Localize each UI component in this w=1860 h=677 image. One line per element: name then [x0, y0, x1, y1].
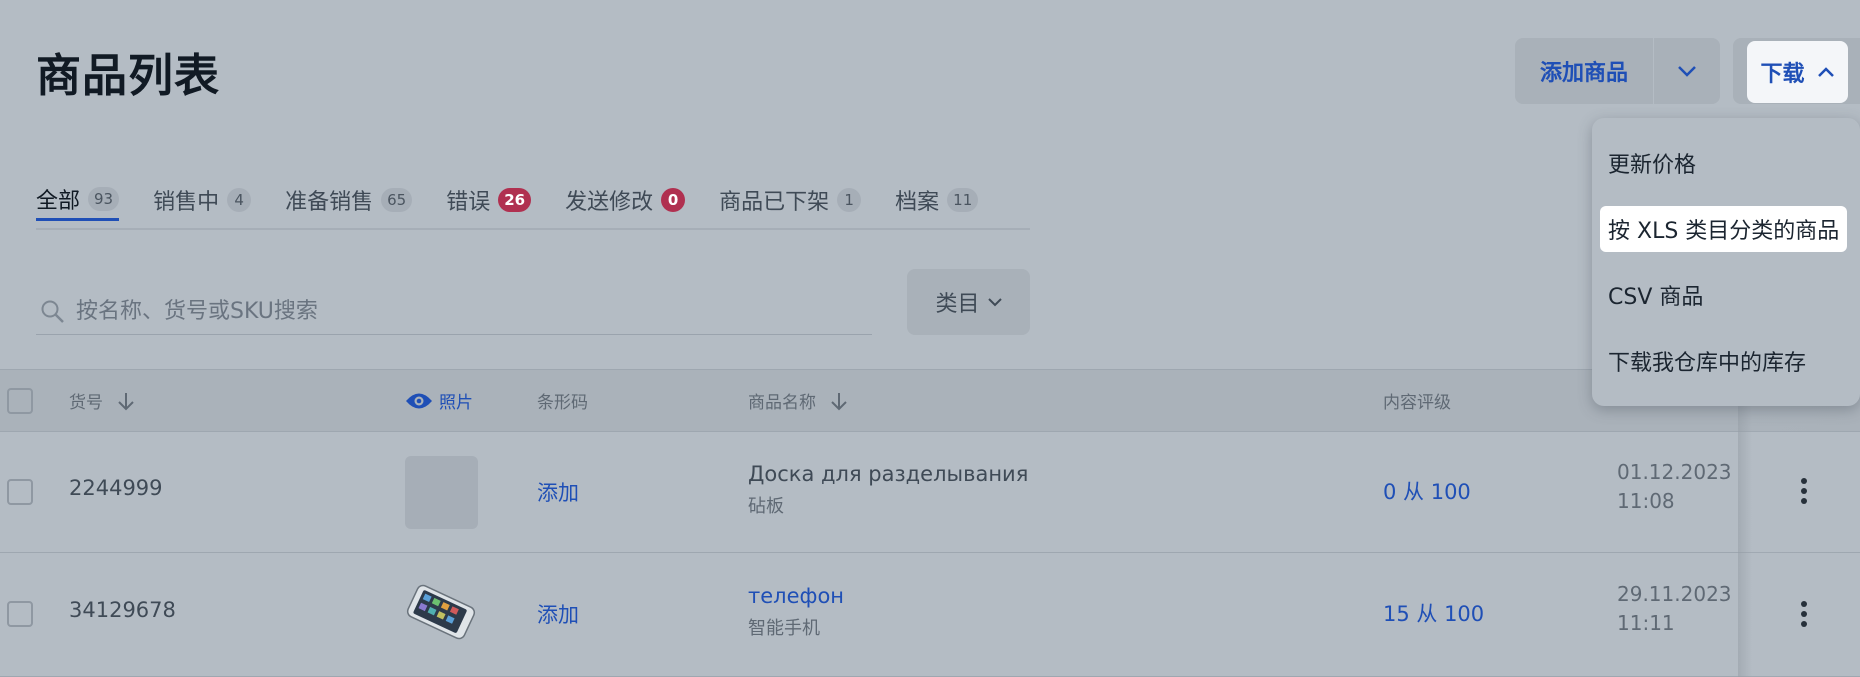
table-row[interactable]: 2244999 添加 Доска для разделывания 砧板 0 从…: [0, 432, 1860, 553]
download-dropdown-menu: 更新价格 按 XLS 类目分类的商品 CSV 商品 下载我仓库中的库存: [1592, 118, 1860, 406]
row-date: 29.11.2023: [1617, 582, 1732, 606]
column-header-label: 照片: [439, 393, 473, 413]
menu-item-csv-products[interactable]: CSV 商品: [1600, 272, 1711, 318]
select-all-checkbox[interactable]: [7, 388, 33, 414]
row-date: 01.12.2023: [1617, 460, 1732, 484]
tab-label: 准备销售: [285, 190, 374, 215]
status-tabs: 全部 93 销售中 4 准备销售 65 错误 26 发送修改 0 商品已下架 1…: [36, 179, 1012, 221]
page: 商品列表 添加商品 下载 全部 93 销售中 4 准备销售 65 错误 26 发…: [0, 3, 1860, 677]
content-rating-link[interactable]: 0 从 100: [1383, 476, 1471, 506]
row-checkbox[interactable]: [7, 479, 33, 505]
tab-label: 发送修改: [565, 190, 654, 215]
tab-count-badge: 93: [88, 186, 120, 211]
page-title: 商品列表: [36, 49, 221, 102]
column-header-name[interactable]: 商品名称: [748, 370, 848, 431]
category-filter-button[interactable]: 类目: [907, 269, 1030, 335]
add-barcode-link[interactable]: 添加: [537, 477, 579, 507]
tab-count-badge: 26: [498, 188, 532, 212]
column-header-label: 商品名称: [748, 393, 816, 413]
product-name-link[interactable]: телефон: [748, 584, 844, 608]
tabs-divider: [36, 228, 1030, 230]
eye-icon: [406, 393, 432, 408]
product-category: 智能手机: [748, 618, 820, 639]
row-time: 11:11: [1617, 611, 1675, 635]
tab-count-badge: 0: [661, 188, 686, 212]
download-button-label: 下载: [1760, 62, 1805, 87]
tab-removed[interactable]: 商品已下架 1: [719, 179, 862, 221]
column-header-label: 条形码: [537, 393, 588, 413]
row-checkbox[interactable]: [7, 601, 33, 627]
search-input[interactable]: [76, 299, 856, 324]
category-filter-label: 类目: [935, 292, 980, 317]
column-header-sku[interactable]: 货号: [69, 370, 135, 431]
tab-count-badge: 4: [227, 188, 252, 212]
column-header-label: 货号: [69, 393, 103, 413]
column-header-photo[interactable]: 照片: [405, 370, 473, 431]
column-header-label: 内容评级: [1383, 393, 1451, 413]
product-name: Доска для разделывания: [748, 462, 1029, 486]
menu-item-xls-by-category[interactable]: 按 XLS 类目分类的商品: [1600, 206, 1848, 252]
tab-sent-for-edit[interactable]: 发送修改 0: [565, 179, 686, 221]
row-time: 11:08: [1617, 489, 1675, 513]
sticky-column-shadow: [1738, 369, 1860, 677]
table-row[interactable]: 34129678 添加 телефон 智能手机 15 从 100 29.11.…: [0, 553, 1860, 677]
menu-item-update-prices[interactable]: 更新价格: [1600, 140, 1704, 186]
search-field: [36, 289, 872, 335]
chevron-down-icon: [1678, 66, 1696, 77]
tab-label: 全部: [36, 188, 81, 214]
tab-label: 销售中: [153, 190, 220, 215]
tab-errors[interactable]: 错误 26: [446, 179, 532, 221]
add-product-dropdown-button[interactable]: [1654, 38, 1720, 104]
column-header-rating: 内容评级: [1383, 370, 1451, 431]
row-sku: 34129678: [69, 598, 176, 622]
tab-all[interactable]: 全部 93: [36, 179, 120, 221]
sort-arrow-down-icon: [831, 392, 847, 410]
tab-archive[interactable]: 档案 11: [895, 179, 979, 221]
tab-label: 错误: [446, 190, 491, 215]
tab-label: 商品已下架: [719, 190, 830, 215]
sort-arrow-down-icon: [118, 392, 134, 410]
column-header-barcode: 条形码: [537, 370, 588, 431]
chevron-up-icon: [1817, 67, 1834, 77]
product-category: 砧板: [748, 496, 784, 517]
tab-count-badge: 1: [837, 188, 862, 212]
product-photo-smartphone[interactable]: [400, 581, 482, 647]
tab-count-badge: 65: [381, 188, 413, 212]
menu-item-download-stock[interactable]: 下载我仓库中的库存: [1600, 338, 1814, 384]
chevron-down-icon: [987, 297, 1002, 306]
content-rating-link[interactable]: 15 从 100: [1383, 598, 1484, 628]
tab-count-badge: 11: [947, 188, 979, 212]
table-header: 货号 照片 条形码 商品名称 内容评级: [0, 369, 1860, 432]
search-icon: [41, 300, 64, 323]
tab-label: 档案: [895, 190, 940, 215]
download-button[interactable]: 下载: [1747, 41, 1848, 103]
tab-ready-for-sale[interactable]: 准备销售 65: [285, 179, 413, 221]
add-product-button[interactable]: 添加商品: [1515, 38, 1653, 104]
add-barcode-link[interactable]: 添加: [537, 599, 579, 629]
tab-on-sale[interactable]: 销售中 4: [153, 179, 252, 221]
product-photo-placeholder[interactable]: [405, 456, 478, 529]
row-sku: 2244999: [69, 476, 163, 500]
